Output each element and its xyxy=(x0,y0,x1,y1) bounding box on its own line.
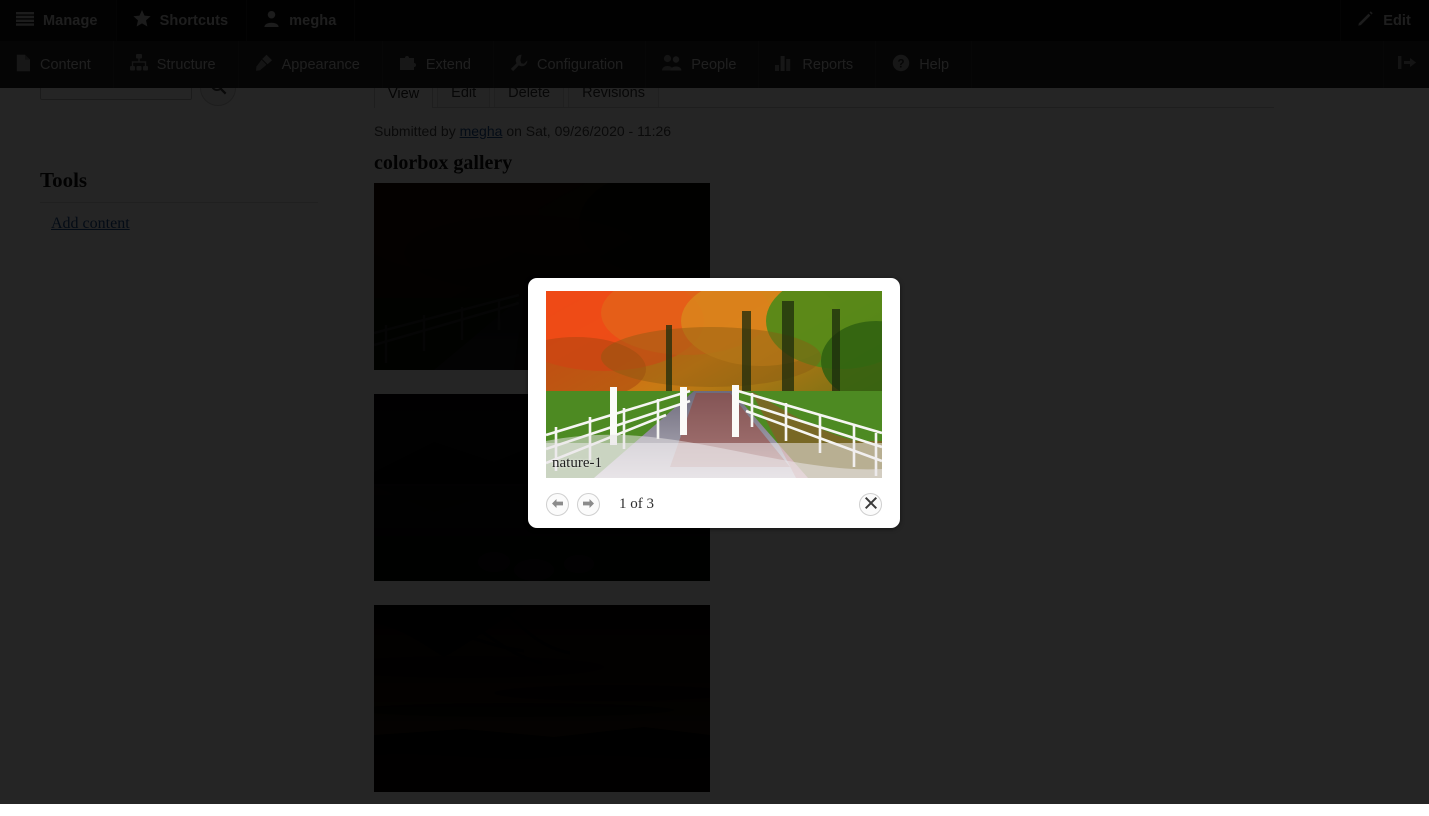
colorbox-content: nature-1 xyxy=(546,291,882,478)
colorbox-photo xyxy=(546,291,882,478)
arrow-right-icon xyxy=(582,497,595,512)
close-x-icon xyxy=(865,497,877,512)
colorbox-title: nature-1 xyxy=(552,455,602,472)
colorbox-close-button[interactable] xyxy=(859,493,882,516)
colorbox-next-button[interactable] xyxy=(577,493,600,516)
colorbox-current-counter: 1 of 3 xyxy=(619,496,654,513)
arrow-left-icon xyxy=(551,497,564,512)
colorbox-modal: nature-1 1 o xyxy=(528,278,900,528)
colorbox-controls: 1 of 3 xyxy=(546,491,884,518)
colorbox-wrapper: nature-1 1 o xyxy=(528,278,900,528)
colorbox-previous-button[interactable] xyxy=(546,493,569,516)
page-root: Manage Shortcuts megha xyxy=(0,0,1429,804)
